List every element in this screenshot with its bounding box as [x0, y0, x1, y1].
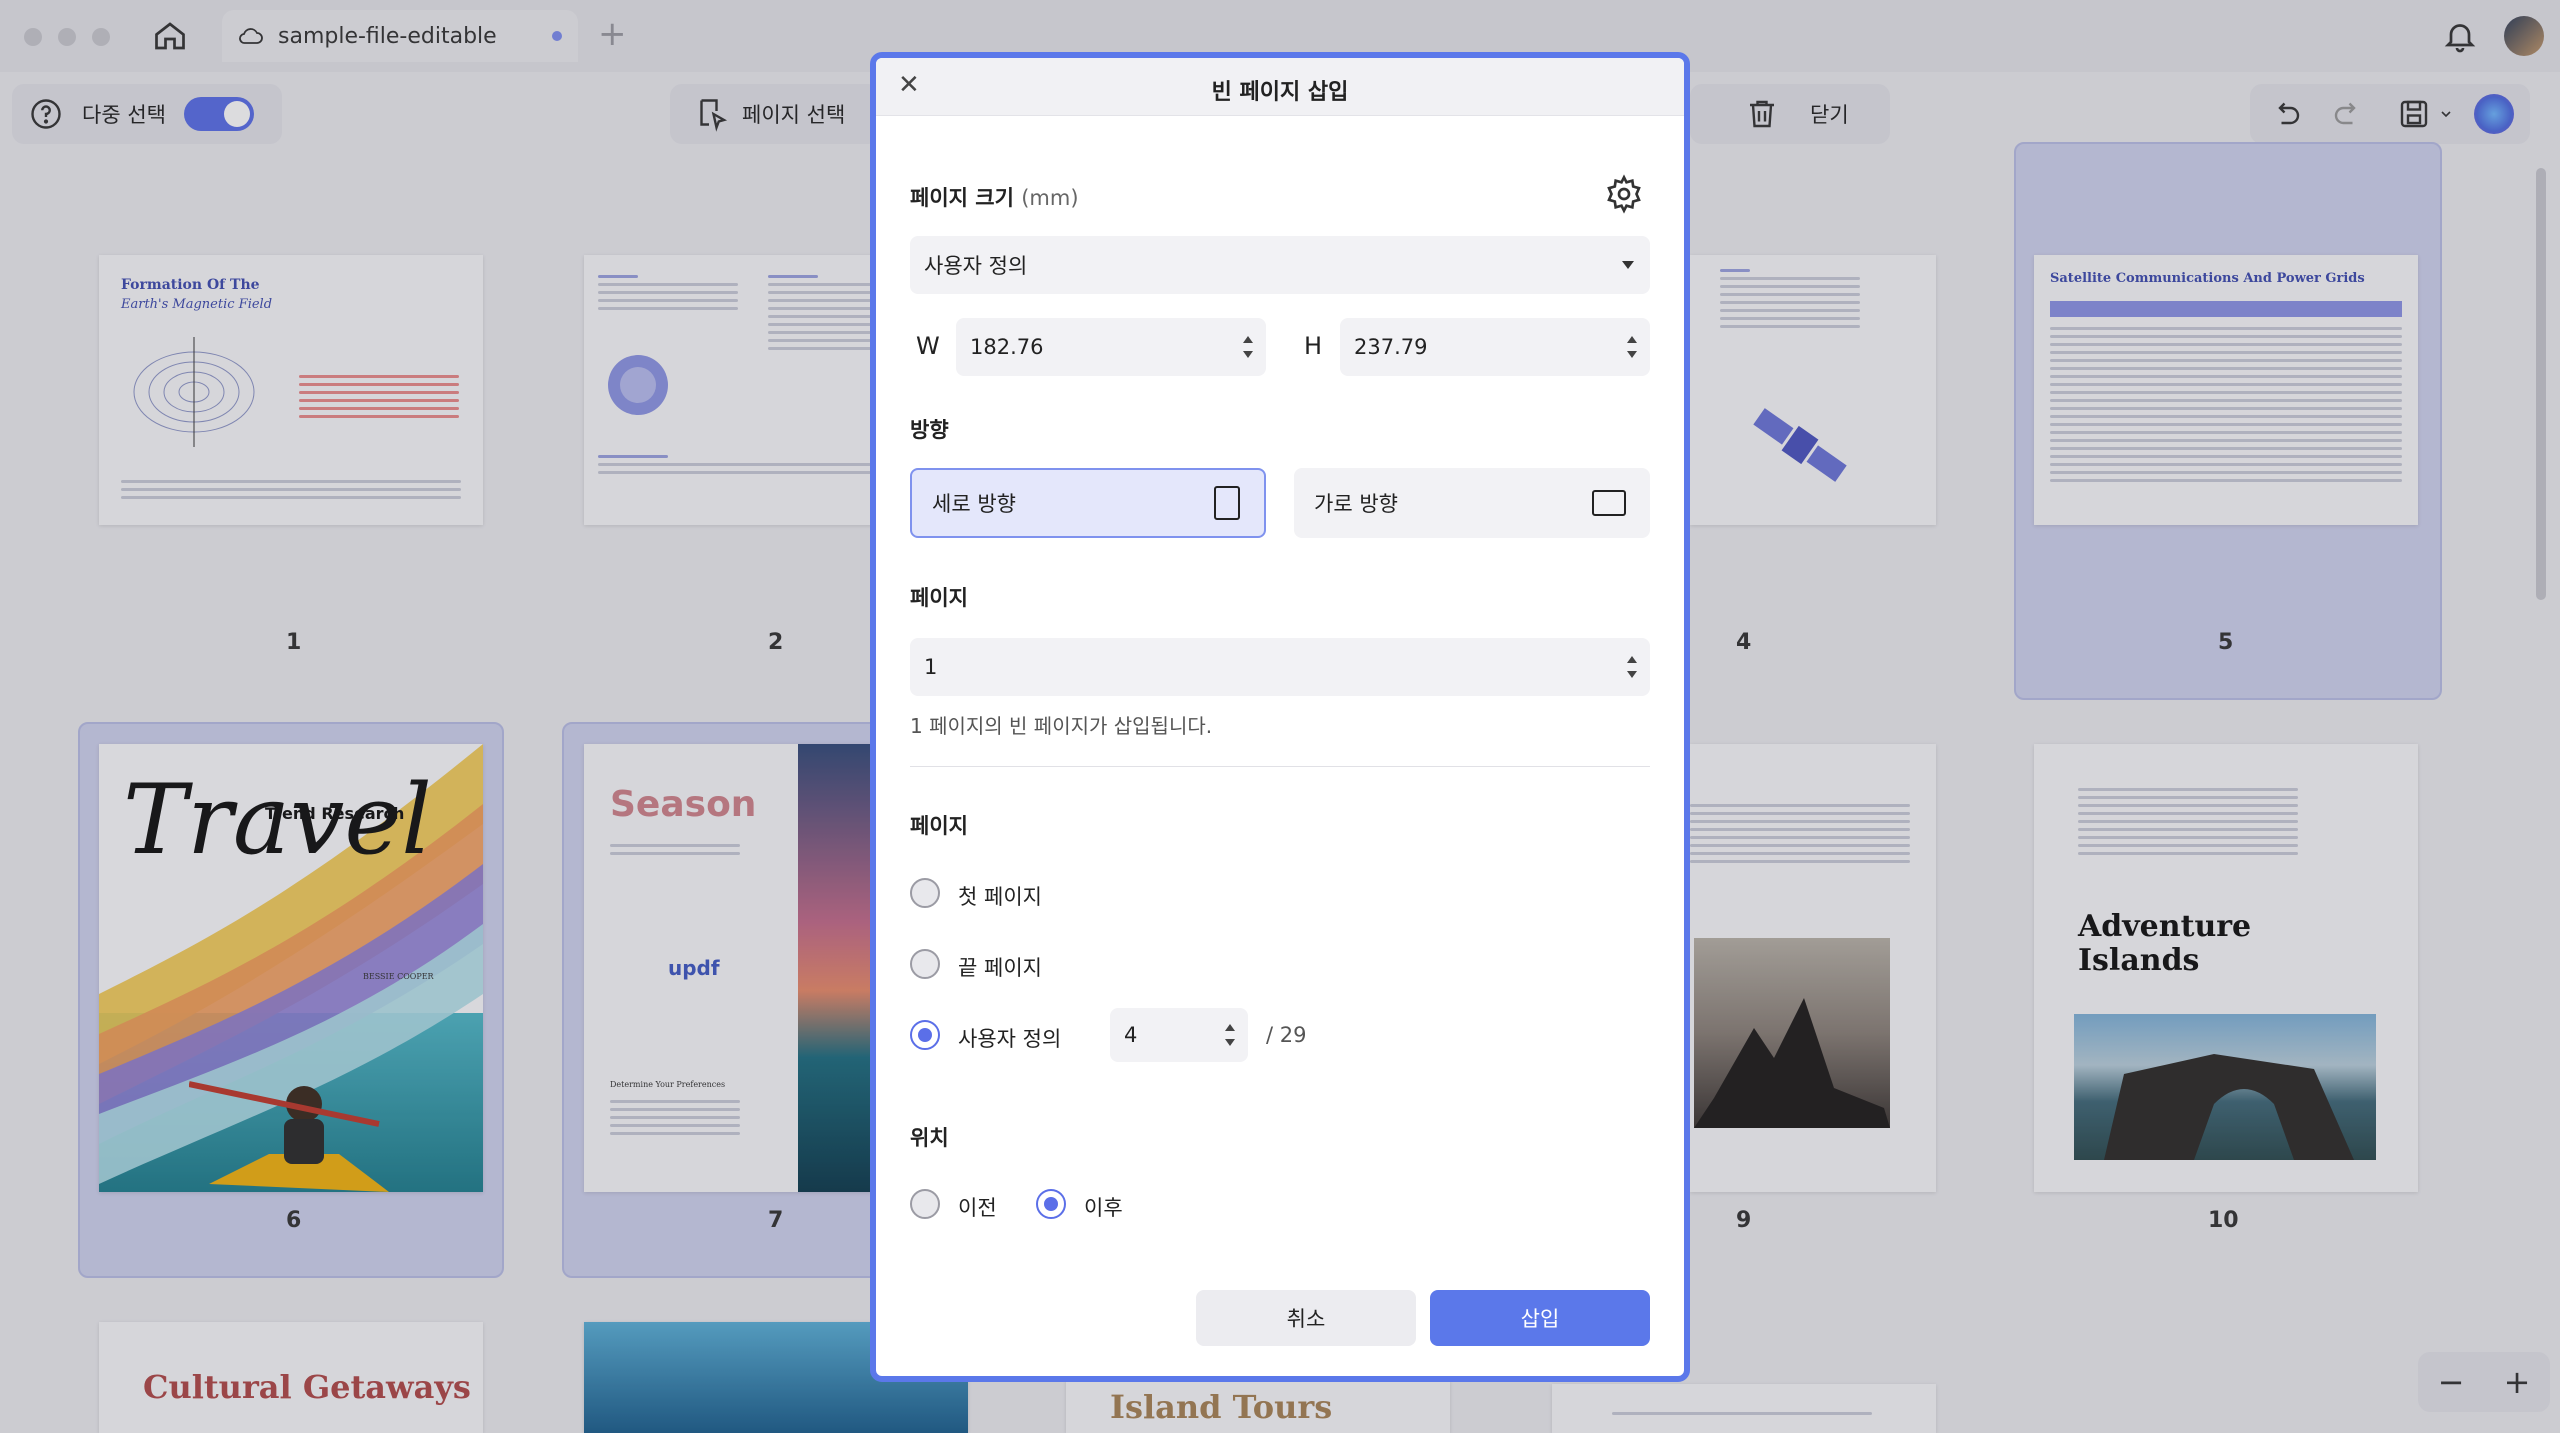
custom-page-value: 4	[1124, 1023, 1138, 1047]
before-radio[interactable]	[910, 1189, 940, 1219]
landscape-option[interactable]: 가로 방향	[1294, 468, 1650, 538]
insert-hint: 1 페이지의 빈 페이지가 삽입됩니다.	[910, 714, 1213, 738]
first-page-label: 첫 페이지	[958, 885, 1042, 909]
landscape-label: 가로 방향	[1314, 492, 1398, 516]
page-count-stepper-icon[interactable]	[1626, 656, 1638, 678]
after-label: 이후	[1084, 1196, 1123, 1220]
width-stepper-icon[interactable]	[1242, 336, 1254, 358]
cancel-button[interactable]: 취소	[1196, 1290, 1416, 1346]
height-stepper-icon[interactable]	[1626, 336, 1638, 358]
first-page-radio[interactable]	[910, 878, 940, 908]
dialog-header: ✕ 빈 페이지 삽입	[876, 58, 1684, 116]
portrait-page-icon	[1214, 486, 1240, 520]
last-page-radio[interactable]	[910, 949, 940, 979]
insert-blank-page-dialog: ✕ 빈 페이지 삽입 페이지 크기 (mm) 사용자 정의 W 182.76 H…	[870, 52, 1690, 1382]
page-count-label: 페이지	[910, 586, 968, 610]
page-size-select-value: 사용자 정의	[924, 254, 1028, 278]
before-label: 이전	[958, 1196, 997, 1220]
portrait-label: 세로 방향	[932, 492, 1016, 516]
page-count-value: 1	[924, 655, 938, 679]
position-label: 위치	[910, 1126, 949, 1150]
width-label: W	[916, 332, 940, 360]
dialog-divider	[910, 766, 1650, 767]
landscape-page-icon	[1592, 490, 1626, 516]
height-label: H	[1304, 332, 1323, 360]
orientation-label: 방향	[910, 418, 949, 442]
custom-page-radio[interactable]	[910, 1020, 940, 1050]
after-radio[interactable]	[1036, 1189, 1066, 1219]
custom-page-input[interactable]: 4	[1110, 1008, 1248, 1062]
height-input[interactable]: 237.79	[1340, 318, 1650, 376]
total-pages: / 29	[1266, 1023, 1307, 1047]
target-page-label: 페이지	[910, 814, 968, 838]
last-page-label: 끝 페이지	[958, 956, 1042, 980]
width-value: 182.76	[970, 335, 1044, 359]
page-size-label: 페이지 크기 (mm)	[910, 186, 1079, 210]
portrait-option[interactable]: 세로 방향	[910, 468, 1266, 538]
dialog-title: 빈 페이지 삽입	[1211, 80, 1349, 105]
custom-page-stepper-icon[interactable]	[1224, 1024, 1236, 1046]
chevron-down-icon	[1622, 261, 1634, 269]
height-value: 237.79	[1354, 335, 1428, 359]
insert-button[interactable]: 삽입	[1430, 1290, 1650, 1346]
page-size-select[interactable]: 사용자 정의	[910, 236, 1650, 294]
page-size-unit: (mm)	[1021, 186, 1079, 210]
custom-page-label: 사용자 정의	[958, 1027, 1062, 1051]
width-input[interactable]: 182.76	[956, 318, 1266, 376]
page-count-input[interactable]: 1	[910, 638, 1650, 696]
gear-icon[interactable]	[1604, 174, 1644, 214]
